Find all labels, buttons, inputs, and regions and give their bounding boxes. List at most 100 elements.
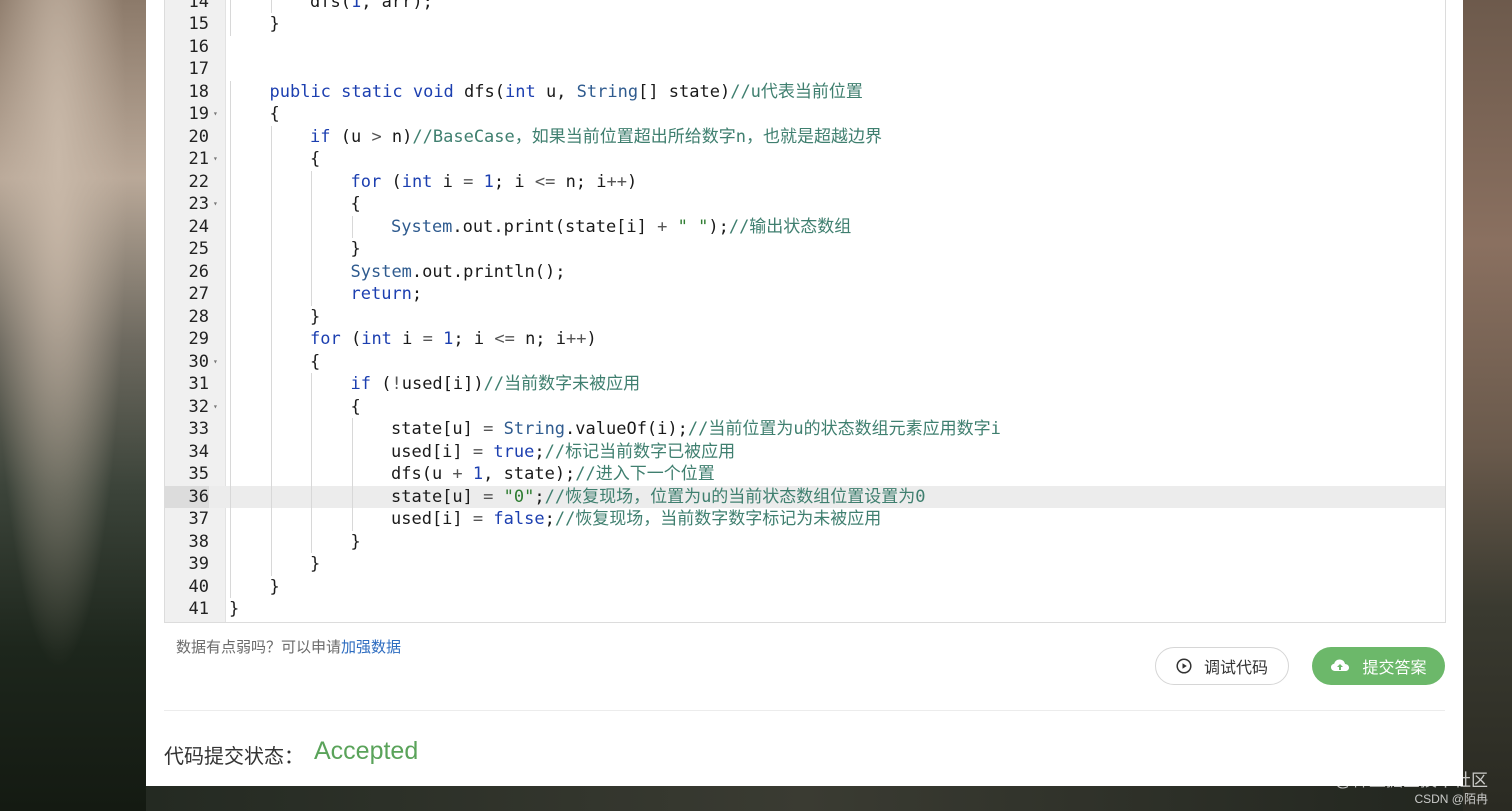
code-text: } [310,554,321,574]
code-line[interactable]: 24 System.out.print(state[i] + " ");//输出状… [165,215,1445,238]
debug-code-button[interactable]: 调试代码 [1155,647,1289,685]
submission-status-value: Accepted [314,737,419,765]
indent-guide [230,0,231,13]
code-line[interactable]: 34 used[i] = true;//标记当前数字已被应用 [165,440,1445,463]
indent-guide [311,485,312,508]
indent-guide [230,13,231,36]
code-text: state[u] = "0";//恢复现场，位置为u的当前状态数组位置设置为0 [391,486,926,507]
line-number: 39 [188,554,209,574]
indent-guide [351,485,353,508]
code-line[interactable]: 33 state[u] = String.valueOf(i);//当前位置为u的… [165,418,1445,441]
indent-guide [351,508,353,531]
indent-guide [270,553,272,576]
line-number: 28 [188,306,209,327]
indent-guide [311,215,312,238]
code-line[interactable]: 30 ▾ { [165,350,1445,374]
code-line[interactable]: 38} [165,530,1445,553]
code-text: } [269,14,280,34]
code-text: for (int i = 1; i <= n; i++) [350,171,638,192]
code-text: if (u > n)//BaseCase，如果当前位置超出所给数字n，也就是超越… [310,126,882,147]
code-line[interactable]: 14 dfs(1, arr); [165,0,1445,13]
code-text: { [350,194,361,214]
code-line[interactable]: 37 used[i] = false;//恢复现场，当前数字数字标记为未被应用 [165,508,1445,531]
indent-guide [230,215,231,238]
code-editor[interactable]: 14 dfs(1, arr); 15} 16 17 18 public static voi… [164,0,1446,623]
line-number: 19 [188,104,209,124]
play-circle-icon [1176,658,1192,674]
code-line[interactable]: 20 if (u > n)//BaseCase，如果当前位置超出所给数字n，也就是… [165,125,1445,148]
indent-guide [270,373,272,396]
code-line[interactable]: 19 ▾ { [165,103,1445,126]
code-text: public static void dfs(int u, String[] s… [269,81,863,102]
indent-guide [230,373,231,396]
indent-guide [351,463,353,486]
line-number: 30 [188,351,209,372]
code-line[interactable]: 17 [165,58,1445,81]
code-line[interactable]: 39} [165,553,1445,576]
code-text: used[i] = false;//恢复现场，当前数字数字标记为未被应用 [391,509,882,529]
indent-guide [230,350,231,373]
indent-guide [230,305,231,328]
fold-arrow-icon[interactable]: ▾ [213,351,223,374]
code-text: } [350,531,361,552]
indent-guide [270,350,272,373]
code-line[interactable]: 23 ▾ { [165,193,1445,216]
indent-guide [230,148,231,171]
code-line[interactable]: 40} [165,575,1445,598]
code-line[interactable]: 16 [165,36,1445,59]
code-text: dfs(1, arr); [310,0,433,12]
code-line[interactable]: 26 System.out.println(); [165,260,1445,283]
indent-guide [230,283,231,306]
indent-guide [270,508,272,531]
code-line[interactable]: 25} [165,238,1445,261]
line-number: 31 [188,374,209,394]
data-hint: 数据有点弱吗？可以申请加强数据 [176,636,401,657]
code-text: return; [350,284,423,304]
line-number: 14 [188,0,209,12]
line-number: 17 [188,59,209,79]
line-number: 29 [188,329,209,349]
indent-guide [270,305,272,328]
code-line[interactable]: 15} [165,13,1445,36]
code-line[interactable]: 27 return; [165,283,1445,306]
code-text: } [229,599,240,619]
line-number: 24 [188,216,209,237]
fold-arrow-icon[interactable]: ▾ [213,193,223,216]
indent-guide [270,193,272,216]
code-line[interactable]: 36 state[u] = "0";//恢复现场，位置为u的当前状态数组位置设置为… [165,485,1445,508]
indent-guide [230,103,231,126]
code-text: } [269,576,280,597]
fold-arrow-icon[interactable]: ▾ [213,148,223,171]
indent-guide [311,373,312,396]
indent-guide [270,418,272,441]
code-line[interactable]: 21 ▾ { [165,148,1445,171]
code-line[interactable]: 29 for (int i = 1; i <= n; i++) [165,328,1445,351]
line-number: 23 [188,194,209,214]
indent-guide [311,283,312,306]
code-text: if (!used[i])//当前数字未被应用 [350,374,641,394]
line-number: 27 [188,284,209,304]
code-line[interactable]: 18 public static void dfs(int u, String[]… [165,80,1445,103]
indent-guide [230,485,231,508]
indent-guide [311,508,312,531]
submit-answer-button[interactable]: 提交答案 [1312,647,1445,685]
strengthen-data-link[interactable]: 加强数据 [341,639,401,656]
code-line[interactable]: 32 ▾ { [165,395,1445,419]
code-line[interactable]: 28} [165,305,1445,328]
background-right [1463,0,1512,811]
code-line[interactable]: 31 if (!used[i])//当前数字未被应用 [165,373,1445,396]
code-line[interactable]: 41} [165,598,1445,621]
fold-arrow-icon[interactable]: ▾ [213,396,223,419]
code-text: System.out.println(); [350,261,566,282]
indent-guide [230,440,231,463]
indent-guide [311,193,312,216]
indent-guide [230,418,231,441]
code-line[interactable]: 22 for (int i = 1; i <= n; i++) [165,170,1445,193]
code-line[interactable]: 35 dfs(u + 1, state);//进入下一个位置 [165,463,1445,486]
indent-guide [311,260,312,283]
line-number: 35 [188,464,209,484]
background-bottom [146,786,1463,811]
fold-arrow-icon[interactable]: ▾ [213,103,223,126]
indent-guide [270,215,272,238]
indent-guide [230,260,231,283]
